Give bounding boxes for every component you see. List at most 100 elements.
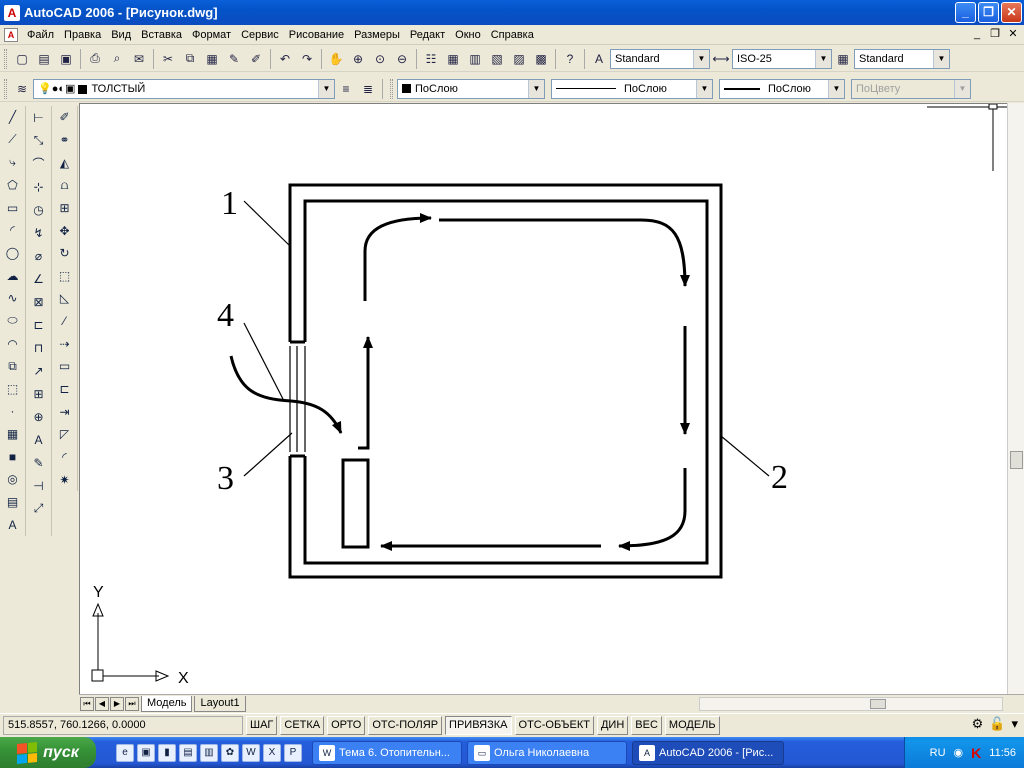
center-mark-icon[interactable]: ⊕ xyxy=(29,407,49,427)
line-tool-icon[interactable]: ╱ xyxy=(3,108,23,128)
ie-icon[interactable]: e xyxy=(116,743,134,762)
move-tool-icon[interactable]: ✥ xyxy=(55,221,75,241)
vertical-scroll-thumb[interactable] xyxy=(1010,451,1023,469)
match-properties-icon[interactable]: ✎ xyxy=(224,49,244,69)
ellipse-tool-icon[interactable]: ⬭ xyxy=(3,311,23,331)
layer-manager-icon[interactable]: ≋ xyxy=(12,79,32,99)
linear-dim-icon[interactable]: ⊢ xyxy=(29,108,49,128)
point-tool-icon[interactable]: · xyxy=(3,402,23,422)
region-tool-icon[interactable]: ◎ xyxy=(3,470,23,490)
polygon-tool-icon[interactable]: ⬠ xyxy=(3,175,23,195)
doc-minimize-icon[interactable]: _ xyxy=(970,27,984,41)
communication-center-icon[interactable]: ⚙ xyxy=(972,716,984,732)
offset-tool-icon[interactable]: ⩍ xyxy=(55,175,75,195)
horizontal-scroll-thumb[interactable] xyxy=(870,699,886,709)
baseline-dim-icon[interactable]: ⊏ xyxy=(29,315,49,335)
chevron-down-icon[interactable]: ▼ xyxy=(933,49,949,68)
table-tool-icon[interactable]: ▤ xyxy=(3,492,23,512)
title-bar[interactable]: A AutoCAD 2006 - [Рисунок.dwg] _ ❐ ✕ xyxy=(0,0,1024,25)
close-button[interactable]: ✕ xyxy=(1001,2,1022,23)
snap-toggle[interactable]: ШАГ xyxy=(246,715,278,735)
dim-edit-icon[interactable]: A xyxy=(29,430,49,450)
osnap-toggle[interactable]: ПРИВЯЗКА xyxy=(445,715,512,735)
layer-select[interactable]: 💡●◐▣ ТОЛСТЫЙ ▼ xyxy=(33,78,335,99)
menu-tools[interactable]: Сервис xyxy=(236,25,284,45)
open-file-icon[interactable]: ▤ xyxy=(34,49,54,69)
otrack-toggle[interactable]: ОТС-ОБЪЕКТ xyxy=(514,715,594,735)
block-editor-icon[interactable]: ✐ xyxy=(246,49,266,69)
menu-dimension[interactable]: Размеры xyxy=(349,25,405,45)
aligned-dim-icon[interactable]: ⤡ xyxy=(29,131,49,151)
erase-tool-icon[interactable]: ✐ xyxy=(55,108,75,128)
chevron-down-icon[interactable]: ▼ xyxy=(815,49,831,68)
language-indicator[interactable]: RU xyxy=(930,747,946,759)
revision-cloud-icon[interactable]: ☁ xyxy=(3,266,23,286)
scale-tool-icon[interactable]: ⬚ xyxy=(55,266,75,286)
antivirus-icon[interactable]: K xyxy=(971,745,981,761)
start-button[interactable]: пуск xyxy=(0,737,96,768)
menu-view[interactable]: Вид xyxy=(106,25,136,45)
print-preview-icon[interactable]: ⌕ xyxy=(107,49,127,69)
explode-tool-icon[interactable]: ✷ xyxy=(55,470,75,490)
toolbar-grip[interactable] xyxy=(4,78,7,99)
markup-icon[interactable]: ▨ xyxy=(509,49,529,69)
table-style-icon[interactable]: ▦ xyxy=(833,49,853,69)
publish-icon[interactable]: ✉ xyxy=(129,49,149,69)
restore-button[interactable]: ❐ xyxy=(978,2,999,23)
coordinates-readout[interactable]: 515.8557, 760.1266, 0.0000 xyxy=(3,715,243,735)
menu-insert[interactable]: Вставка xyxy=(136,25,187,45)
menu-edit[interactable]: Правка xyxy=(59,25,106,45)
chevron-down-icon[interactable]: ▼ xyxy=(528,79,544,98)
ortho-toggle[interactable]: ОРТО xyxy=(327,715,366,735)
copy-icon[interactable]: ⧉ xyxy=(180,49,200,69)
dim-style-select[interactable]: ISO-25 ▼ xyxy=(732,48,832,69)
table-style-select[interactable]: Standard ▼ xyxy=(854,48,950,69)
chevron-down-icon[interactable]: ▼ xyxy=(696,79,712,98)
autocad-app-icon[interactable]: A xyxy=(4,4,20,21)
layer-previous-icon[interactable]: ≣ xyxy=(358,79,378,99)
hatch-tool-icon[interactable]: ▦ xyxy=(3,424,23,444)
minimize-button[interactable]: _ xyxy=(955,2,976,23)
quick-leader-icon[interactable]: ↗ xyxy=(29,361,49,381)
continue-dim-icon[interactable]: ⊓ xyxy=(29,338,49,358)
horizontal-scrollbar[interactable] xyxy=(699,697,1003,711)
toolbar-grip[interactable] xyxy=(4,48,7,69)
chevron-down-icon[interactable]: ▼ xyxy=(318,79,334,98)
mtext-tool-icon[interactable]: A xyxy=(3,515,23,535)
tolerance-icon[interactable]: ⊞ xyxy=(29,384,49,404)
break-tool-icon[interactable]: ⊏ xyxy=(55,379,75,399)
arc-tool-icon[interactable]: ◜ xyxy=(3,221,23,241)
join-tool-icon[interactable]: ⇥ xyxy=(55,402,75,422)
menu-file[interactable]: Файл xyxy=(22,25,59,45)
dim-style-tool-icon[interactable]: ⤢ xyxy=(29,499,49,519)
properties-icon[interactable]: ☷ xyxy=(421,49,441,69)
extend-tool-icon[interactable]: ⇢ xyxy=(55,334,75,354)
save-icon[interactable]: ▣ xyxy=(56,49,76,69)
doc-close-icon[interactable]: ✕ xyxy=(1006,27,1020,41)
array-tool-icon[interactable]: ⊞ xyxy=(55,198,75,218)
model-toggle[interactable]: МОДЕЛЬ xyxy=(664,715,720,735)
make-block-icon[interactable]: ⬚ xyxy=(3,379,23,399)
fillet-tool-icon[interactable]: ◜ xyxy=(55,447,75,467)
tool-palettes-icon[interactable]: ▥ xyxy=(465,49,485,69)
excel-icon[interactable]: X xyxy=(263,743,281,762)
diameter-dim-icon[interactable]: ⌀ xyxy=(29,246,49,266)
network-icon[interactable]: ◉ xyxy=(954,746,964,759)
zoom-window-icon[interactable]: ⊙ xyxy=(370,49,390,69)
vertical-scrollbar[interactable] xyxy=(1007,103,1024,694)
document-icon[interactable]: A xyxy=(4,27,18,42)
trim-tool-icon[interactable]: ⁄ xyxy=(55,311,75,331)
text-style-icon[interactable]: A xyxy=(589,49,609,69)
zoom-previous-icon[interactable]: ⊖ xyxy=(392,49,412,69)
undo-icon[interactable]: ↶ xyxy=(275,49,295,69)
calculator-icon[interactable]: ▩ xyxy=(531,49,551,69)
grid-toggle[interactable]: СЕТКА xyxy=(280,715,325,735)
zoom-realtime-icon[interactable]: ⊕ xyxy=(348,49,368,69)
rectangle-tool-icon[interactable]: ▭ xyxy=(3,198,23,218)
break-point-icon[interactable]: ▭ xyxy=(55,357,75,377)
tab-model[interactable]: Модель xyxy=(141,695,193,712)
redo-icon[interactable]: ↷ xyxy=(297,49,317,69)
ellipse-arc-icon[interactable]: ◠ xyxy=(3,334,23,354)
powerpoint-icon[interactable]: P xyxy=(284,743,302,762)
text-style-select[interactable]: Standard ▼ xyxy=(610,48,710,69)
